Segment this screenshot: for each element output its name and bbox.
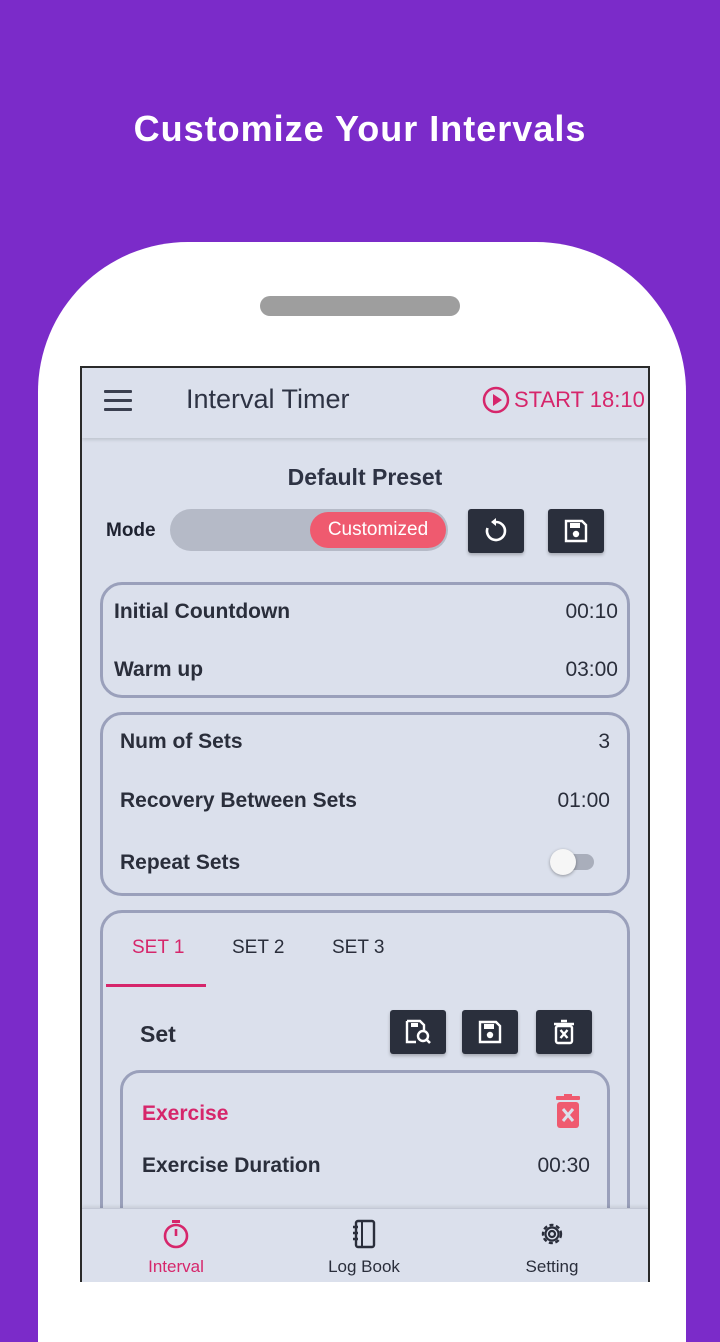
nav-setting[interactable]: Setting — [458, 1209, 646, 1282]
mode-label: Mode — [106, 520, 156, 541]
exercise-duration-value[interactable]: 00:30 — [482, 1154, 590, 1178]
app-screen: Interval Timer START 18:10 Default Prese… — [80, 366, 650, 1282]
save-icon — [564, 519, 588, 543]
recovery-between-sets-value[interactable]: 01:00 — [502, 789, 610, 813]
app-bar: Interval Timer START 18:10 — [82, 368, 648, 438]
exercise-title: Exercise — [142, 1102, 229, 1125]
play-circle-icon — [482, 386, 510, 414]
warm-up-label: Warm up — [114, 658, 204, 681]
trash-icon[interactable] — [554, 1094, 582, 1135]
nav-interval[interactable]: Interval — [82, 1209, 270, 1282]
recovery-between-sets-label: Recovery Between Sets — [120, 789, 357, 812]
tab-set-2[interactable]: SET 2 — [232, 937, 284, 959]
reset-icon — [485, 518, 507, 542]
load-preset-button[interactable] — [390, 1010, 446, 1054]
initial-countdown-value[interactable]: 00:10 — [502, 600, 618, 624]
load-preset-icon — [405, 1019, 431, 1044]
start-label: START 18:10 — [514, 387, 645, 412]
mode-selected-pill[interactable]: Customized — [310, 512, 446, 548]
save-preset-button[interactable] — [548, 509, 604, 553]
delete-set-button[interactable] — [536, 1010, 592, 1054]
num-of-sets-label: Num of Sets — [120, 730, 243, 753]
tab-set-1[interactable]: SET 1 — [132, 937, 184, 959]
nav-interval-label: Interval — [148, 1257, 204, 1276]
nav-setting-label: Setting — [525, 1257, 579, 1276]
warm-up-value[interactable]: 03:00 — [502, 658, 618, 682]
notebook-icon — [353, 1219, 376, 1249]
headline: Customize Your Intervals — [133, 108, 587, 149]
num-of-sets-value[interactable]: 3 — [502, 730, 610, 754]
stopwatch-icon — [163, 1220, 189, 1249]
initial-countdown-label: Initial Countdown — [114, 600, 291, 623]
bottom-navigation: Interval Log Book Setting — [82, 1208, 648, 1282]
reset-button[interactable] — [468, 509, 524, 553]
preset-title: Default Preset — [287, 464, 443, 490]
save-set-button[interactable] — [462, 1010, 518, 1054]
start-button[interactable]: START 18:10 — [482, 386, 645, 414]
set-label: Set — [140, 1021, 176, 1047]
save-icon — [478, 1020, 502, 1044]
app-title: Interval Timer — [186, 384, 350, 414]
nav-log-book[interactable]: Log Book — [270, 1209, 458, 1282]
tab-set-3[interactable]: SET 3 — [332, 937, 384, 959]
delete-set-icon — [554, 1019, 574, 1045]
nav-log-book-label: Log Book — [328, 1257, 400, 1276]
repeat-sets-toggle-thumb[interactable] — [550, 849, 576, 875]
phone-speaker — [260, 296, 460, 316]
active-tab-indicator — [106, 984, 206, 987]
gear-icon — [541, 1223, 563, 1245]
repeat-sets-label: Repeat Sets — [120, 851, 241, 874]
exercise-duration-label: Exercise Duration — [142, 1154, 321, 1177]
hamburger-menu-icon[interactable] — [104, 390, 132, 412]
